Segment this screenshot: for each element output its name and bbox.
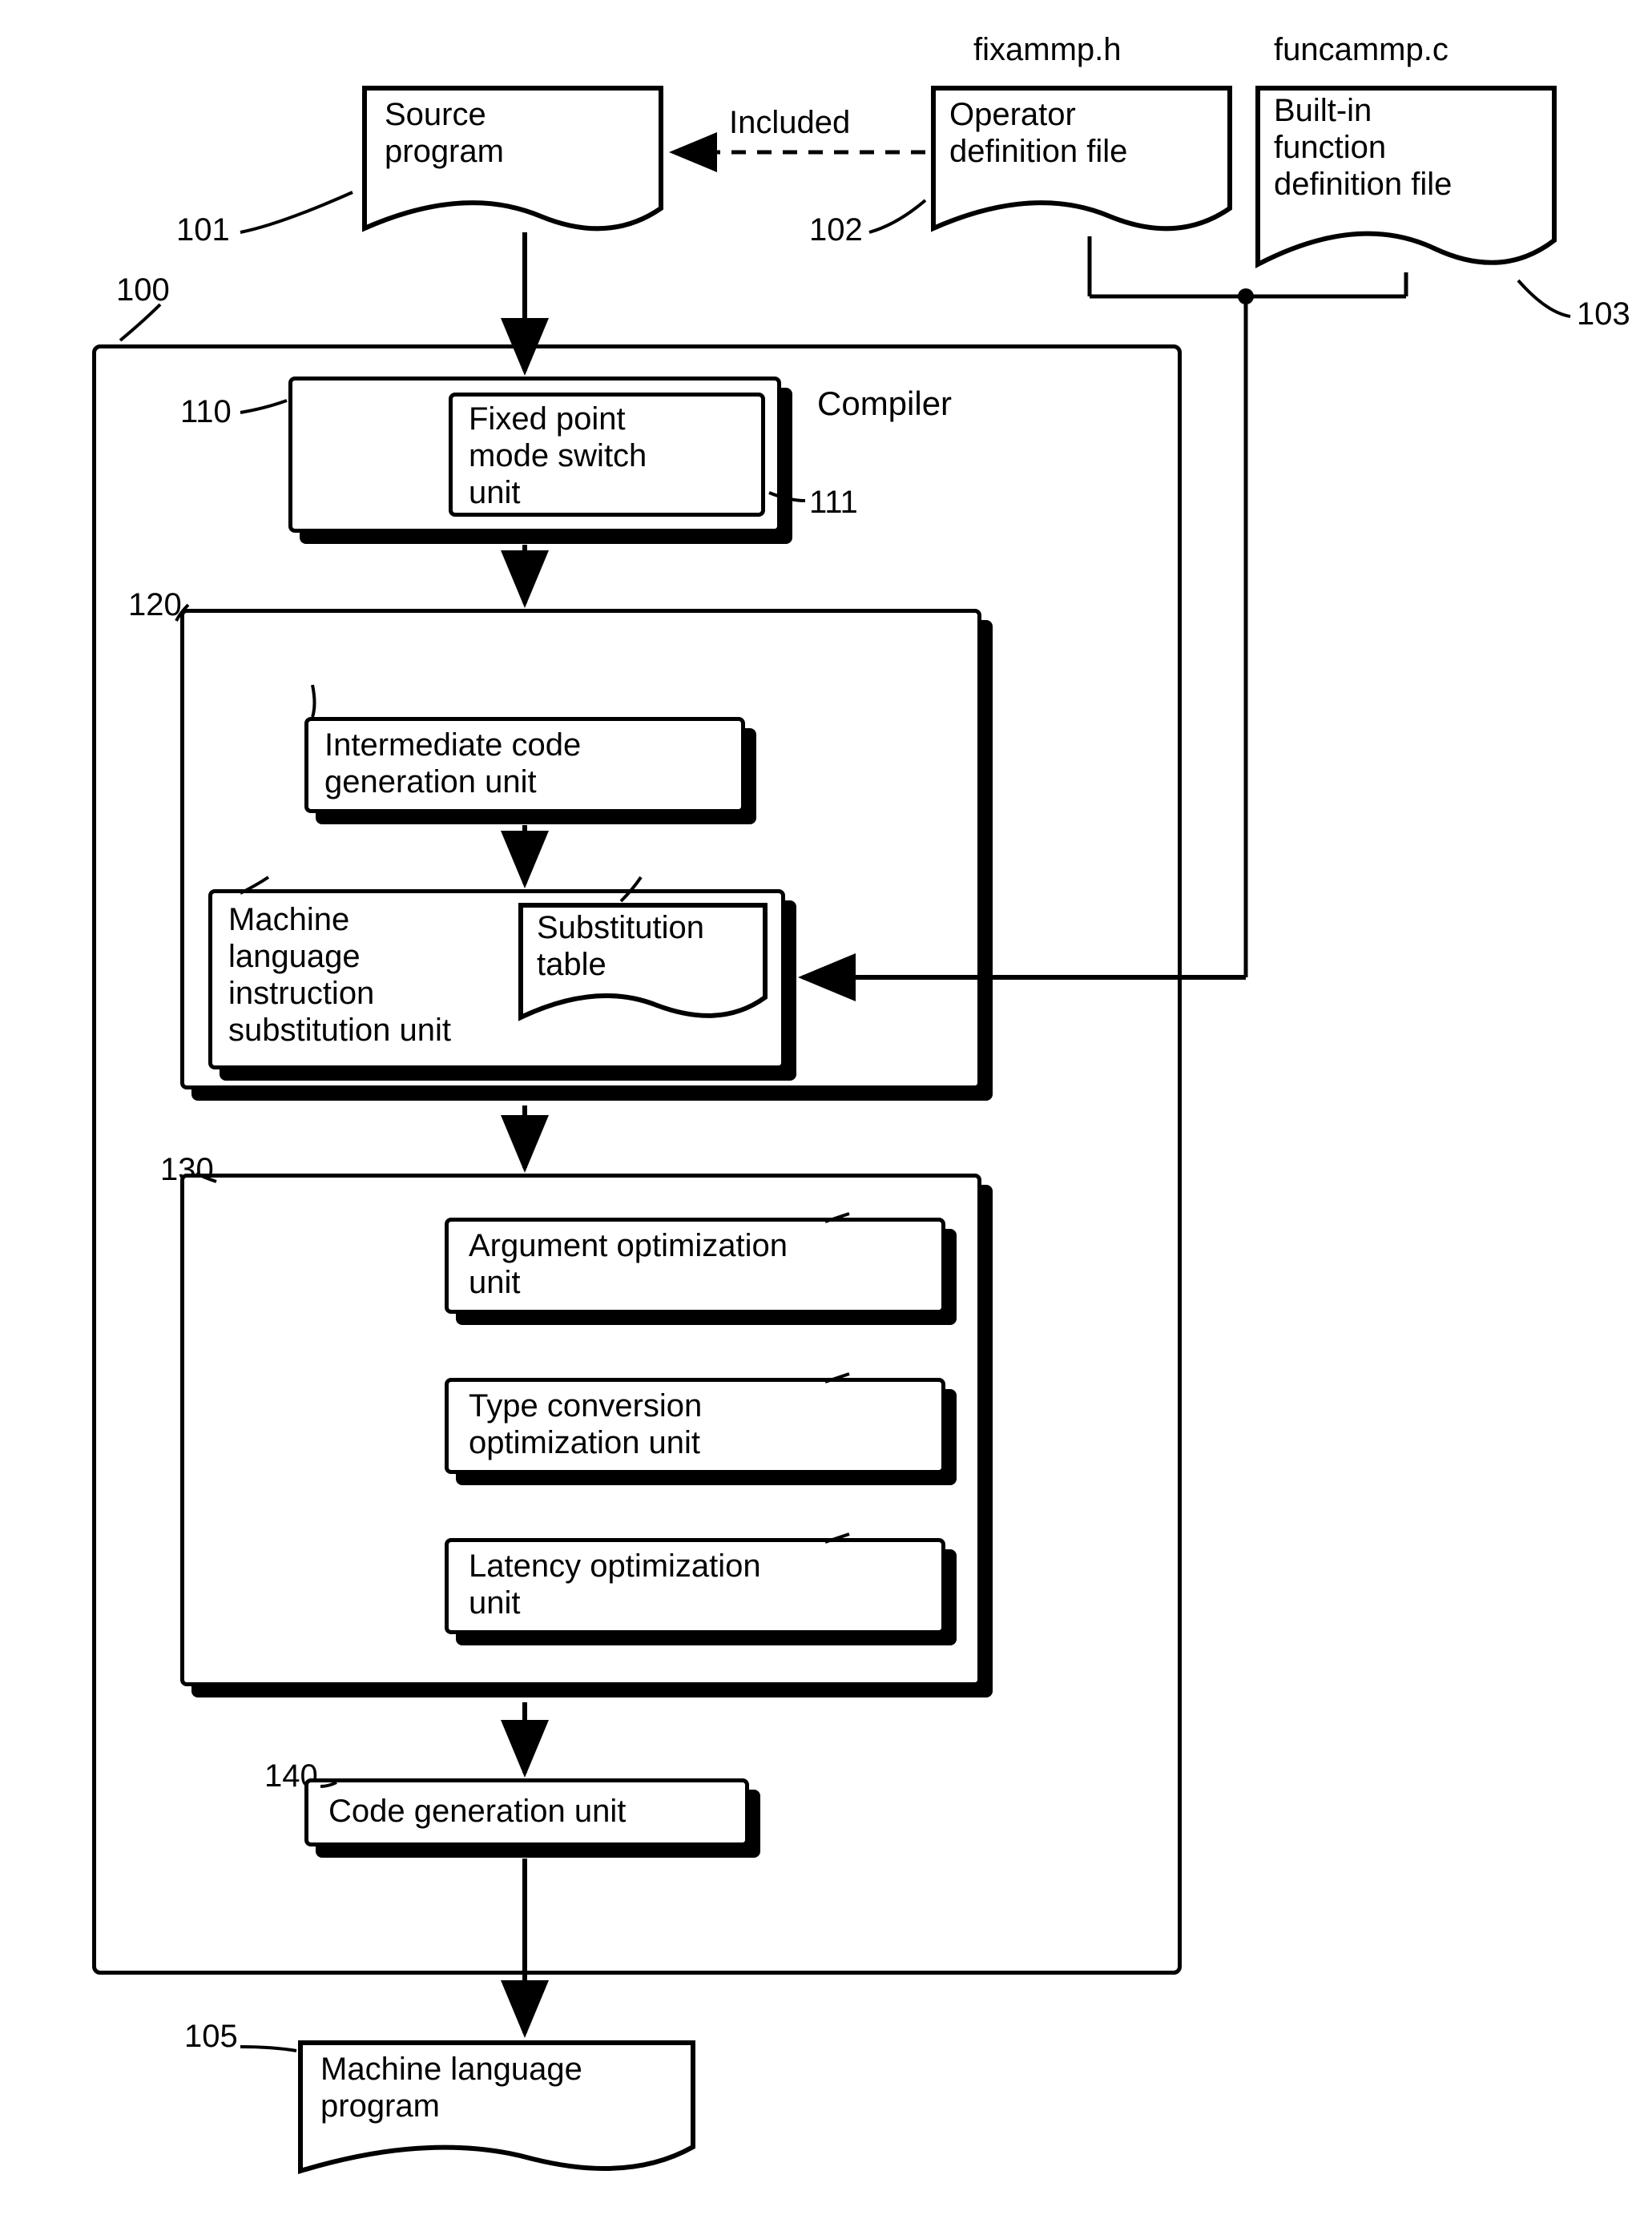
compiler-box (92, 344, 1182, 1975)
ref-102: 102 (809, 212, 863, 248)
argument-opt-label: Argument optimization unit (469, 1227, 788, 1301)
compiler-label: Compiler (817, 385, 952, 423)
ref-105: 105 (184, 2019, 238, 2055)
machine-sub-label: Machine language instruction substitutio… (228, 901, 451, 1049)
diagram-canvas: fixammp.h funcammp.c Source program Oper… (0, 0, 1652, 2227)
latency-opt-label: Latency optimization unit (469, 1548, 761, 1621)
ref-110: 110 (180, 394, 232, 430)
code-gen-label: Code generation unit (328, 1793, 626, 1830)
ref-101: 101 (176, 212, 230, 248)
funcammp-label: funcammp.c (1274, 32, 1449, 68)
operator-def-text: Operator definition file (949, 96, 1127, 170)
source-program-text: Source program (385, 96, 504, 170)
substitution-table-text: Substitution table (537, 909, 704, 983)
ref-100: 100 (116, 272, 170, 308)
ref-120: 120 (128, 587, 182, 623)
builtin-func-text: Built-in function definition file (1274, 92, 1452, 203)
included-label: Included (729, 104, 850, 141)
ref-111: 111 (809, 485, 858, 521)
fixammp-label: fixammp.h (973, 32, 1122, 68)
ref-103: 103 (1577, 296, 1630, 332)
type-conv-label: Type conversion optimization unit (469, 1387, 702, 1461)
machine-lang-text: Machine language program (320, 2051, 582, 2124)
fixed-point-label: Fixed point mode switch unit (469, 401, 647, 511)
intermediate-gen-label: Intermediate code generation unit (324, 727, 581, 800)
